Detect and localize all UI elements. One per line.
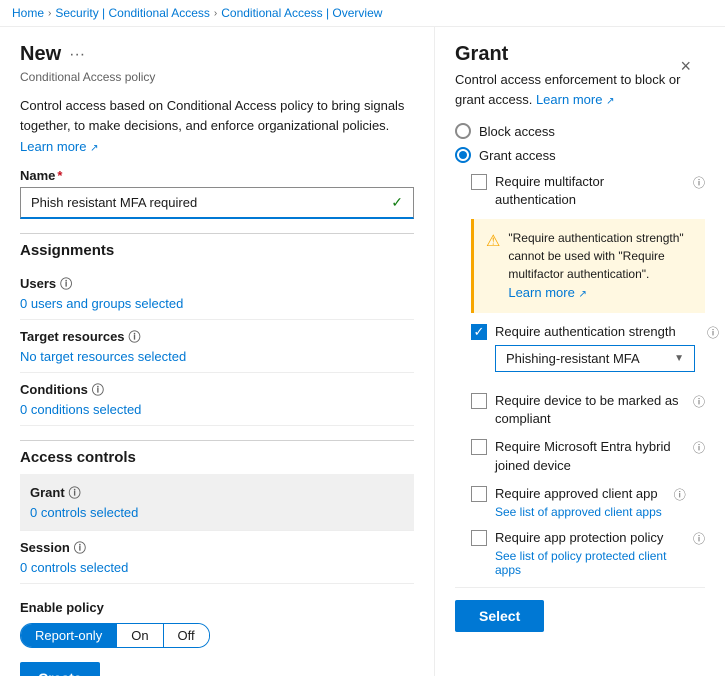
left-panel: New ··· Conditional Access policy Contro… xyxy=(0,27,435,676)
users-info-icon[interactable]: ⓘ xyxy=(60,275,72,292)
auth-strength-checkbox[interactable]: ✓ xyxy=(471,324,487,340)
session-value[interactable]: 0 controls selected xyxy=(20,560,414,575)
page-subtitle: Conditional Access policy xyxy=(20,70,414,84)
assignments-title: Assignments xyxy=(20,242,414,259)
breadcrumb-overview[interactable]: Conditional Access | Overview xyxy=(221,6,382,20)
block-access-label: Block access xyxy=(479,124,555,139)
create-button[interactable]: Create xyxy=(20,662,100,676)
name-label: Name* xyxy=(20,168,414,183)
hybrid-joined-checkbox-row: Require Microsoft Entra hybrid joined de… xyxy=(471,438,705,474)
right-panel: Grant × Control access enforcement to bl… xyxy=(435,27,725,676)
target-value[interactable]: No target resources selected xyxy=(20,349,414,364)
conditions-info-icon[interactable]: ⓘ xyxy=(92,381,104,398)
breadcrumb-security[interactable]: Security | Conditional Access xyxy=(55,6,210,20)
panel-description: Control access enforcement to block or g… xyxy=(455,70,705,109)
target-resources-row: Target resources ⓘ No target resources s… xyxy=(20,320,414,373)
block-access-option[interactable]: Block access xyxy=(455,123,705,139)
breadcrumb-home[interactable]: Home xyxy=(12,6,44,20)
hybrid-joined-info-icon[interactable]: ⓘ xyxy=(693,439,705,456)
app-protection-checkbox[interactable] xyxy=(471,530,487,546)
mfa-info-icon[interactable]: ⓘ xyxy=(693,174,705,191)
session-info-icon[interactable]: ⓘ xyxy=(74,539,86,556)
access-type-group: Block access Grant access xyxy=(455,123,705,163)
approved-client-info-icon[interactable]: ⓘ xyxy=(674,486,686,503)
app-protection-info-icon[interactable]: ⓘ xyxy=(693,530,705,547)
select-button[interactable]: Select xyxy=(455,600,544,632)
users-label: Users xyxy=(20,276,56,291)
conditions-value[interactable]: 0 conditions selected xyxy=(20,402,414,417)
page-title: New xyxy=(20,43,61,66)
session-row: Session ⓘ 0 controls selected xyxy=(20,531,414,584)
approved-client-checkbox-row: Require approved client app See list of … xyxy=(471,485,705,519)
device-compliant-checkbox-row: Require device to be marked as compliant… xyxy=(471,392,705,428)
grant-row: Grant ⓘ 0 controls selected xyxy=(20,474,414,531)
grant-learn-more[interactable]: Learn more ↗ xyxy=(536,92,615,107)
grant-access-label: Grant access xyxy=(479,148,556,163)
breadcrumb: Home › Security | Conditional Access › C… xyxy=(0,0,725,27)
required-star: * xyxy=(57,168,62,183)
assignments-divider xyxy=(20,233,414,234)
auth-strength-label: Require authentication strength xyxy=(495,324,676,339)
auth-strength-dropdown[interactable]: Phishing-resistant MFA ▼ xyxy=(495,345,695,372)
users-row: Users ⓘ 0 users and groups selected xyxy=(20,267,414,320)
policy-description: Control access based on Conditional Acce… xyxy=(20,96,414,135)
hybrid-joined-checkbox[interactable] xyxy=(471,439,487,455)
target-label: Target resources xyxy=(20,329,125,344)
close-button[interactable]: × xyxy=(680,57,691,75)
dropdown-chevron-icon: ▼ xyxy=(674,353,684,364)
name-input[interactable]: Phish resistant MFA required ✓ xyxy=(20,187,414,219)
users-value[interactable]: 0 users and groups selected xyxy=(20,296,414,311)
grant-value[interactable]: 0 controls selected xyxy=(30,505,404,520)
device-compliant-label: Require device to be marked as compliant xyxy=(495,392,681,428)
device-compliant-info-icon[interactable]: ⓘ xyxy=(693,393,705,410)
description-learn-more[interactable]: Learn more ↗ xyxy=(20,139,99,154)
session-label: Session xyxy=(20,540,70,555)
app-protection-checkbox-row: Require app protection policy See list o… xyxy=(471,529,705,577)
hybrid-joined-label: Require Microsoft Entra hybrid joined de… xyxy=(495,438,681,474)
access-controls-divider xyxy=(20,440,414,441)
breadcrumb-chevron-2: › xyxy=(214,8,217,19)
mfa-checkbox[interactable] xyxy=(471,174,487,190)
auth-strength-info-icon[interactable]: ⓘ xyxy=(707,324,719,341)
enable-section: Enable policy Report-only On Off Create xyxy=(20,600,414,676)
panel-title: Grant xyxy=(455,43,705,66)
warning-learn-more[interactable]: Learn more ↗ xyxy=(508,285,587,300)
auth-strength-checkbox-row: ✓ Require authentication strength Phishi… xyxy=(471,323,705,382)
access-controls-title: Access controls xyxy=(20,449,414,466)
toggle-report-only[interactable]: Report-only xyxy=(21,624,116,647)
warning-text: "Require authentication strength" cannot… xyxy=(508,229,693,303)
conditions-label: Conditions xyxy=(20,382,88,397)
enable-label: Enable policy xyxy=(20,600,414,615)
approved-client-label: Require approved client app xyxy=(495,486,658,501)
grant-info-icon[interactable]: ⓘ xyxy=(69,484,81,501)
check-icon: ✓ xyxy=(391,194,403,211)
block-access-radio[interactable] xyxy=(455,123,471,139)
approved-client-link[interactable]: See list of approved client apps xyxy=(495,505,662,519)
grant-label: Grant xyxy=(30,485,65,500)
device-compliant-checkbox[interactable] xyxy=(471,393,487,409)
breadcrumb-chevron-1: › xyxy=(48,8,51,19)
grant-access-radio[interactable] xyxy=(455,147,471,163)
toggle-on[interactable]: On xyxy=(116,624,162,647)
app-protection-label: Require app protection policy xyxy=(495,530,663,545)
approved-client-checkbox[interactable] xyxy=(471,486,487,502)
app-protection-link[interactable]: See list of policy protected client apps xyxy=(495,549,681,577)
mfa-label: Require multifactor authentication xyxy=(495,173,681,209)
conditions-row: Conditions ⓘ 0 conditions selected xyxy=(20,373,414,426)
warning-icon: ⚠ xyxy=(486,230,500,303)
toggle-off[interactable]: Off xyxy=(163,624,209,647)
more-icon[interactable]: ··· xyxy=(69,46,85,64)
target-info-icon[interactable]: ⓘ xyxy=(129,328,141,345)
mfa-checkbox-row: Require multifactor authentication ⓘ xyxy=(471,173,705,209)
select-btn-row: Select xyxy=(455,587,705,636)
warning-box: ⚠ "Require authentication strength" cann… xyxy=(471,219,705,313)
grant-access-option[interactable]: Grant access xyxy=(455,147,705,163)
